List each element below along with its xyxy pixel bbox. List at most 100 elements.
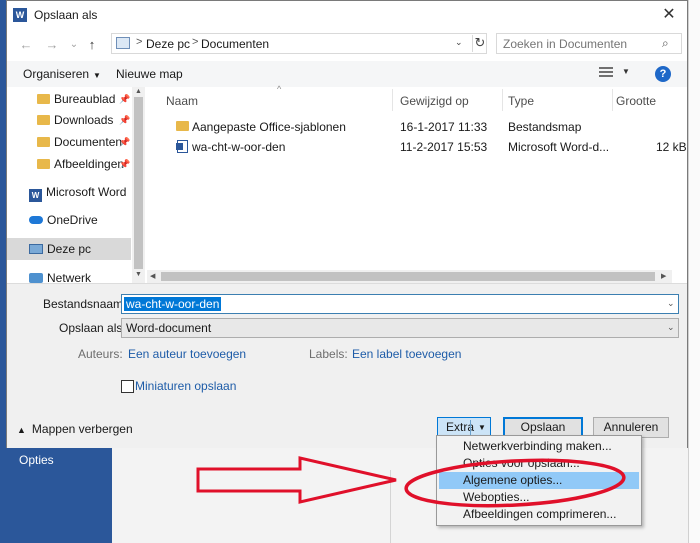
close-button[interactable]: ✕ — [655, 3, 683, 27]
nav-item-downloads[interactable]: Downloads 📌 — [37, 109, 147, 131]
chevron-down-icon[interactable]: ⌄ — [667, 322, 675, 333]
scroll-left-icon[interactable]: ◀ — [150, 272, 155, 280]
horizontal-scroll-thumb[interactable] — [161, 272, 655, 281]
backstage-right-edge — [688, 0, 700, 543]
forward-arrow-icon[interactable]: → — [43, 37, 61, 53]
documents-folder-icon — [37, 137, 50, 147]
word-icon: W — [29, 189, 42, 202]
file-list: ^ Naam Gewijzigd op Type Grootte Aangepa… — [147, 84, 687, 283]
back-arrow-icon[interactable]: ← — [17, 37, 35, 53]
hide-folders-button[interactable]: ▲ Mappen verbergen — [17, 422, 133, 436]
column-divider[interactable] — [612, 89, 613, 111]
word-document-icon — [176, 140, 188, 153]
backstage-divider — [390, 470, 391, 543]
authors-label: Auteurs: — [78, 347, 123, 361]
column-headers: ^ Naam Gewijzigd op Type Grootte — [147, 84, 687, 113]
scroll-up-icon[interactable]: ▲ — [135, 88, 142, 95]
nav-scroll-thumb[interactable] — [134, 97, 143, 269]
pin-icon[interactable]: 📌 — [119, 88, 130, 110]
table-row[interactable]: wa-cht-w-oor-den 11-2-2017 15:53 Microso… — [147, 136, 687, 158]
refresh-icon[interactable]: ↻ — [472, 35, 487, 52]
word-app-icon: W — [13, 8, 27, 22]
file-name: wa-cht-w-oor-den — [192, 140, 286, 154]
command-bar: Organiseren ▼ Nieuwe map ▼ ? — [7, 61, 687, 87]
filename-label: Bestandsnaam: — [43, 297, 127, 311]
menu-item-map-network-drive[interactable]: Netwerkverbinding maken... — [439, 438, 639, 455]
add-label-link[interactable]: Een label toevoegen — [352, 347, 461, 361]
caret-down-icon: ▼ — [93, 71, 101, 80]
nav-item-microsoft-word[interactable]: W Microsoft Word — [29, 181, 126, 203]
column-header-name[interactable]: Naam — [166, 94, 198, 108]
savetype-label: Opslaan als: — [59, 321, 126, 335]
breadcrumb-documents[interactable]: Documenten — [201, 37, 269, 51]
save-as-dialog: W Opslaan als ✕ ← → ⌄ ↑ > Deze pc > Docu… — [6, 0, 688, 448]
table-row[interactable]: Aangepaste Office-sjablonen 16-1-2017 11… — [147, 116, 687, 138]
add-author-link[interactable]: Een auteur toevoegen — [128, 347, 246, 361]
view-options-icon[interactable] — [599, 67, 613, 78]
navigation-pane: Bureaublad 📌 Downloads 📌 Documenten 📌 Afbee… — [7, 87, 145, 283]
column-divider[interactable] — [392, 89, 393, 111]
this-pc-icon — [116, 37, 130, 49]
column-header-modified[interactable]: Gewijzigd op — [400, 94, 469, 108]
file-modified: 11-2-2017 15:53 — [400, 140, 488, 154]
save-options-panel: Bestandsnaam: wa-cht-w-oor-den ⌄ Opslaan… — [7, 283, 687, 448]
file-modified: 16-1-2017 11:33 — [400, 120, 488, 134]
sort-ascending-icon: ^ — [277, 84, 282, 94]
column-header-type[interactable]: Type — [508, 94, 534, 108]
nav-item-this-pc[interactable]: Deze pc — [29, 238, 91, 260]
nav-item-onedrive[interactable]: OneDrive — [29, 209, 98, 231]
computer-icon — [29, 244, 43, 254]
folder-icon — [176, 121, 189, 131]
address-bar[interactable]: > Deze pc > Documenten ⌄ ↻ — [111, 33, 487, 54]
scroll-down-icon[interactable]: ▼ — [135, 271, 142, 278]
pin-icon[interactable]: 📌 — [119, 131, 130, 153]
nav-item-documents[interactable]: Documenten 📌 — [37, 131, 147, 153]
backstage-options-item[interactable]: Opties — [19, 453, 54, 467]
organise-button[interactable]: Organiseren ▼ — [23, 67, 101, 81]
breadcrumb-separator: > — [136, 36, 143, 48]
menu-item-web-options[interactable]: Webopties... — [439, 489, 639, 506]
search-input[interactable] — [503, 36, 658, 51]
file-name: Aangepaste Office-sjablonen — [192, 120, 346, 134]
thumbnails-label[interactable]: Miniaturen opslaan — [135, 379, 236, 393]
breadcrumb-this-pc[interactable]: Deze pc — [146, 37, 190, 51]
chevron-down-icon[interactable]: ⌄ — [455, 37, 463, 48]
folder-icon — [37, 94, 50, 104]
column-divider[interactable] — [502, 89, 503, 111]
nav-item-network[interactable]: Netwerk — [29, 267, 91, 283]
pin-icon[interactable]: 📌 — [119, 109, 130, 131]
file-type: Bestandsmap — [508, 120, 582, 134]
new-folder-button[interactable]: Nieuwe map — [116, 67, 183, 81]
savetype-select[interactable]: Word-document ⌄ — [121, 318, 679, 338]
recent-locations-icon[interactable]: ⌄ — [65, 37, 83, 53]
nav-item-pictures[interactable]: Afbeeldingen 📌 — [37, 153, 147, 175]
horizontal-scrollbar[interactable]: ◀ ▶ — [147, 270, 672, 283]
column-header-size[interactable]: Grootte — [616, 94, 656, 108]
nav-item-desktop[interactable]: Bureaublad 📌 — [37, 88, 147, 110]
search-box[interactable]: ⌕ — [496, 33, 682, 54]
dialog-title: Opslaan als — [34, 8, 98, 22]
menu-item-save-options[interactable]: Opties voor opslaan... — [439, 455, 639, 472]
pin-icon[interactable]: 📌 — [119, 153, 130, 175]
extra-tools-menu: Netwerkverbinding maken... Opties voor o… — [436, 435, 642, 526]
savetype-value: Word-document — [126, 321, 212, 335]
cloud-icon — [29, 216, 43, 224]
network-icon — [29, 273, 43, 283]
menu-item-general-options[interactable]: Algemene opties... — [439, 472, 639, 489]
download-folder-icon — [37, 115, 50, 125]
thumbnails-checkbox[interactable] — [121, 380, 134, 393]
breadcrumb-separator: > — [192, 36, 199, 48]
scroll-right-icon[interactable]: ▶ — [661, 272, 666, 280]
filename-value[interactable]: wa-cht-w-oor-den — [124, 297, 222, 311]
chevron-down-icon[interactable]: ⌄ — [667, 298, 675, 309]
caret-down-icon[interactable]: ▼ — [622, 67, 630, 76]
help-icon[interactable]: ? — [655, 66, 671, 82]
up-arrow-icon[interactable]: ↑ — [83, 37, 101, 53]
title-bar[interactable]: W Opslaan als ✕ — [7, 1, 687, 29]
file-type: Microsoft Word-d... — [508, 140, 610, 154]
pictures-folder-icon — [37, 159, 50, 169]
filename-field[interactable]: wa-cht-w-oor-den ⌄ — [121, 294, 679, 314]
menu-item-compress-pictures[interactable]: Afbeeldingen comprimeren... — [439, 506, 639, 523]
search-icon[interactable]: ⌕ — [662, 36, 669, 51]
nav-scrollbar[interactable]: ▲ ▼ — [132, 87, 145, 283]
